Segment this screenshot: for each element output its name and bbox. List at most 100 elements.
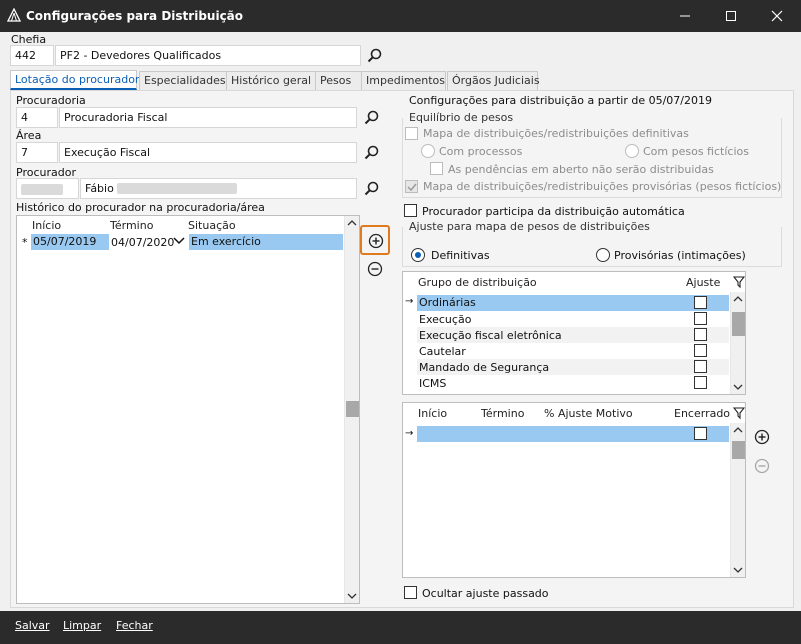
mapa-definitivas-checkbox[interactable] [405,127,418,140]
com-pesos-radio[interactable] [625,144,639,158]
history-title: Histórico do procurador na procuradoria/… [16,201,265,214]
grupo-row-4[interactable]: Mandado de Segurança [419,361,549,377]
ocultar-checkbox[interactable] [404,586,417,599]
remove-history-button[interactable] [367,261,383,277]
grupo-ajuste-checkbox-4[interactable] [694,360,707,373]
pendencias-checkbox[interactable] [430,162,443,175]
history-cell-situacao[interactable]: Em exercício [189,234,343,250]
history-grid[interactable]: Início Término Situação * 05/07/2019 04/… [16,215,360,604]
close-button[interactable] [754,0,800,32]
procuradoria-search-icon[interactable] [363,109,381,127]
grupo-ajuste-checkbox-5[interactable] [694,376,707,389]
com-pesos-label: Com pesos fictícios [643,145,749,158]
ajustes-col-encerrado[interactable]: Encerrado [674,407,730,420]
scroll-up-icon[interactable] [733,426,743,434]
window-title: Configurações para Distribuição [26,9,244,23]
grupo-ajuste-checkbox-3[interactable] [694,344,707,357]
area-search-icon[interactable] [363,144,381,162]
minimize-button[interactable] [662,0,708,32]
scroll-down-icon[interactable] [733,383,743,391]
procuradoria-code-field[interactable]: 4 [16,107,58,128]
area-name-field[interactable]: Execução Fiscal [59,142,357,163]
add-history-button[interactable] [360,225,390,255]
ajustes-col-ajuste-motivo[interactable]: % Ajuste Motivo [544,407,633,420]
procurador-name: Fábio [85,182,114,195]
participa-label: Procurador participa da distribuição aut… [422,205,685,218]
grupo-row-0[interactable]: Ordinárias [417,295,729,311]
ocultar-label: Ocultar ajuste passado [422,587,549,600]
grupos-col-grupo[interactable]: Grupo de distribuição [418,276,537,289]
limpar-button[interactable]: Limpar [63,619,101,632]
ajustes-col-inicio[interactable]: Início [418,407,447,420]
area-code-field[interactable]: 7 [16,142,58,163]
scroll-down-icon[interactable] [733,566,743,574]
grupos-grid[interactable]: Grupo de distribuição Ajuste → Ordinária… [402,271,746,395]
history-row-marker: * [22,236,28,249]
history-scrollbar[interactable] [344,216,359,603]
grupo-ajuste-checkbox-0[interactable] [694,296,707,309]
redacted-code [21,184,63,195]
filter-icon[interactable] [733,276,745,289]
definitivas-radio[interactable] [411,248,425,262]
participa-checkbox[interactable] [404,204,417,217]
area-label: Área [16,129,42,142]
scroll-up-icon[interactable] [733,295,743,303]
row-pointer-icon: → [405,296,414,307]
ajustes-col-termino[interactable]: Término [481,407,524,420]
scroll-down-icon[interactable] [347,592,357,600]
ajuste-new-row[interactable] [417,426,729,442]
tab-historico-geral[interactable]: Histórico geral [226,71,323,90]
com-processos-radio[interactable] [421,144,435,158]
row-pointer-icon: → [405,428,414,439]
mapa-provisorias-label: Mapa de distribuições/redistribuições pr… [423,180,782,193]
grupos-scrollbar[interactable] [730,292,745,394]
ajustes-scrollbar[interactable] [730,423,745,577]
tab-pesos[interactable]: Pesos [315,71,363,90]
app-icon [7,8,21,22]
provisorias-radio[interactable] [596,248,610,262]
history-col-situacao[interactable]: Situação [188,219,236,232]
grupo-ajuste-checkbox-1[interactable] [694,312,707,325]
ajuste-encerrado-checkbox[interactable] [694,427,707,440]
tab-lotacao[interactable]: Lotação do procurador [10,70,139,90]
ajustes-grid[interactable]: Início Término % Ajuste Motivo Encerrado… [402,402,746,578]
salvar-button[interactable]: Salvar [15,619,50,632]
com-processos-label: Com processos [439,145,523,158]
grupos-scroll-thumb[interactable] [732,312,745,336]
definitivas-label: Definitivas [431,249,490,262]
mapa-provisorias-checkbox[interactable] [405,180,418,193]
grupo-row-5[interactable]: ICMS [419,377,446,393]
remove-ajuste-button[interactable] [754,458,770,474]
close-icon [771,10,783,22]
chevron-down-icon[interactable] [173,237,185,245]
history-cell-termino[interactable]: 04/07/2020 [111,236,174,249]
procuradoria-label: Procuradoria [16,94,86,107]
grupos-col-ajuste[interactable]: Ajuste [686,276,720,289]
bottom-bar: Salvar Limpar Fechar [0,611,801,644]
grupo-row-2[interactable]: Execução fiscal eletrônica [419,329,562,345]
history-col-inicio[interactable]: Início [32,219,61,232]
limpar-label: Limpar [63,619,102,632]
tab-especialidades[interactable]: Especialidades [139,71,235,90]
chefia-search-icon[interactable] [366,47,384,65]
add-ajuste-button[interactable] [754,429,770,445]
ajustes-scroll-thumb[interactable] [732,441,745,459]
grupo-ajuste-checkbox-2[interactable] [694,328,707,341]
chefia-name-field[interactable]: PF2 - Devedores Qualificados [55,45,361,66]
history-cell-inicio[interactable]: 05/07/2019 [31,234,109,250]
minimize-icon [680,15,690,17]
procurador-search-icon[interactable] [363,180,381,198]
filter-icon[interactable] [733,407,745,420]
scroll-up-icon[interactable] [347,219,357,227]
history-col-termino[interactable]: Término [110,219,153,232]
procurador-code-field[interactable] [16,178,79,199]
chefia-code-field[interactable]: 442 [10,45,54,66]
fechar-button[interactable]: Fechar [116,619,153,632]
maximize-button[interactable] [708,0,754,32]
history-scroll-thumb[interactable] [346,401,359,417]
check-icon [407,183,417,192]
fechar-label: Fechar [116,619,153,632]
procuradoria-name-field[interactable]: Procuradoria Fiscal [59,107,357,128]
tab-impedimentos[interactable]: Impedimentos [361,71,446,90]
tab-orgaos-judiciais[interactable]: Órgãos Judiciais [447,71,540,90]
